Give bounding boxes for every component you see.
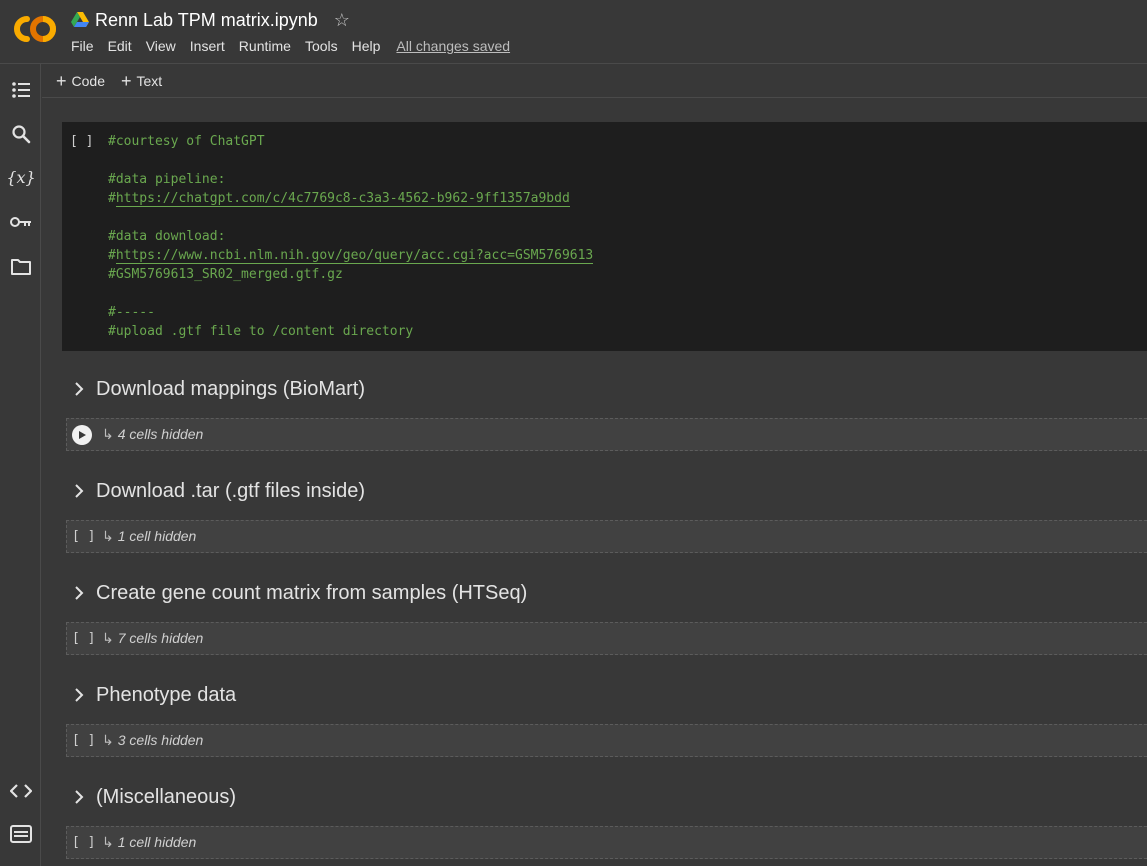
header-bar: Renn Lab TPM matrix.ipynb ☆ File Edit Vi… — [0, 0, 1147, 64]
plus-icon: + — [120, 70, 132, 91]
run-cell-button[interactable]: [ ] — [72, 631, 102, 646]
search-icon[interactable] — [8, 121, 34, 147]
code-line: #courtesy of ChatGPT — [108, 134, 265, 149]
google-drive-icon — [71, 12, 89, 27]
terminal-icon[interactable] — [8, 821, 34, 847]
notebook-title[interactable]: Renn Lab TPM matrix.ipynb — [95, 10, 318, 31]
colab-logo-icon[interactable] — [13, 13, 57, 45]
run-cell-button[interactable]: [ ] — [72, 835, 102, 850]
chevron-right-icon[interactable] — [62, 688, 96, 702]
hidden-cells-bar[interactable]: [ ] ↳ 7 cells hidden — [66, 622, 1147, 655]
section-header[interactable]: Download .tar (.gtf files inside) — [62, 467, 1147, 515]
add-code-cell-button[interactable]: + Code — [56, 70, 105, 91]
menu-help[interactable]: Help — [352, 38, 381, 54]
return-arrow-icon: ↳ — [102, 528, 114, 544]
code-editor[interactable]: #courtesy of ChatGPT #data pipeline: #http… — [108, 132, 594, 341]
section-header[interactable]: Phenotype data — [62, 671, 1147, 719]
title-row: Renn Lab TPM matrix.ipynb ☆ — [71, 8, 350, 32]
code-line: #GSM5769613_SR02_merged.gtf.gz — [108, 267, 343, 282]
section-title: Create gene count matrix from samples (H… — [96, 581, 528, 604]
menu-tools[interactable]: Tools — [305, 38, 338, 54]
return-arrow-icon: ↳ — [102, 732, 114, 748]
chevron-right-icon[interactable] — [62, 586, 96, 600]
save-status-link[interactable]: All changes saved — [396, 38, 510, 54]
return-arrow-icon: ↳ — [102, 426, 114, 442]
section-title: Phenotype data — [96, 683, 237, 706]
code-line: #data pipeline: — [108, 172, 226, 187]
star-icon[interactable]: ☆ — [334, 10, 350, 31]
variables-icon[interactable]: {x} — [6, 164, 35, 190]
plus-icon: + — [56, 70, 67, 91]
run-section-button[interactable] — [72, 424, 92, 445]
menu-edit[interactable]: Edit — [108, 38, 132, 54]
code-cell[interactable]: [ ] #courtesy of ChatGPT #data pipeline: #… — [62, 122, 1147, 351]
menu-file[interactable]: File — [71, 38, 94, 54]
secrets-key-icon[interactable] — [8, 209, 34, 235]
code-url-link[interactable]: https://chatgpt.com/c/4c7769c8-c3a3-4562… — [115, 191, 570, 207]
code-url-link[interactable]: https://www.ncbi.nlm.nih.gov/geo/query/a… — [115, 248, 594, 264]
code-line: #https://www.ncbi.nlm.nih.gov/geo/query/… — [108, 246, 594, 265]
section-title: Download mappings (BioMart) — [96, 377, 366, 400]
section-title: Download .tar (.gtf files inside) — [96, 479, 366, 502]
code-snippets-icon[interactable] — [8, 778, 34, 804]
files-folder-icon[interactable] — [8, 253, 34, 279]
hidden-cells-bar[interactable]: [ ] ↳ 1 cell hidden — [66, 520, 1147, 553]
return-arrow-icon: ↳ — [102, 630, 114, 646]
comment-prefix: # — [108, 248, 116, 263]
add-text-cell-button[interactable]: + Text — [120, 70, 163, 91]
run-cell-button[interactable]: [ ] — [72, 529, 102, 544]
add-text-label: Text — [136, 72, 163, 89]
chevron-right-icon[interactable] — [62, 790, 96, 804]
hidden-cells-bar[interactable]: [ ] ↳ 3 cells hidden — [66, 724, 1147, 757]
chevron-right-icon[interactable] — [62, 382, 96, 396]
chevron-right-icon[interactable] — [62, 484, 96, 498]
add-code-label: Code — [71, 72, 105, 89]
section-header[interactable]: (Miscellaneous) — [62, 773, 1147, 821]
menu-bar: File Edit View Insert Runtime Tools Help… — [71, 38, 510, 54]
table-of-contents-icon[interactable] — [8, 77, 34, 103]
hidden-cells-label: ↳ 4 cells hidden — [102, 426, 204, 442]
menu-runtime[interactable]: Runtime — [239, 38, 291, 54]
section-header[interactable]: Download mappings (BioMart) — [62, 365, 1147, 413]
return-arrow-icon: ↳ — [102, 834, 114, 850]
code-line: #https://chatgpt.com/c/4c7769c8-c3a3-456… — [108, 189, 593, 208]
code-line: #----- — [108, 305, 155, 320]
code-line: #data download: — [108, 229, 226, 244]
left-sidebar: {x} — [0, 64, 41, 866]
section-header[interactable]: Create gene count matrix from samples (H… — [62, 569, 1147, 617]
hidden-cells-label: ↳ 3 cells hidden — [102, 732, 204, 748]
comment-prefix: # — [108, 191, 116, 206]
cell-toolbar: + Code + Text — [42, 64, 1147, 98]
hidden-cells-bar[interactable]: [ ] ↳ 1 cell hidden — [66, 826, 1147, 859]
menu-insert[interactable]: Insert — [190, 38, 225, 54]
run-cell-button[interactable]: [ ] — [70, 134, 93, 149]
run-cell-button[interactable]: [ ] — [72, 733, 102, 748]
hidden-cells-label: ↳ 1 cell hidden — [102, 528, 197, 544]
hidden-cells-label: ↳ 1 cell hidden — [102, 834, 197, 850]
hidden-cells-label: ↳ 7 cells hidden — [102, 630, 204, 646]
menu-view[interactable]: View — [146, 38, 176, 54]
hidden-cells-bar[interactable]: ↳ 4 cells hidden — [66, 418, 1147, 451]
code-line: #upload .gtf file to /content directory — [108, 324, 414, 339]
section-title: (Miscellaneous) — [96, 785, 237, 808]
